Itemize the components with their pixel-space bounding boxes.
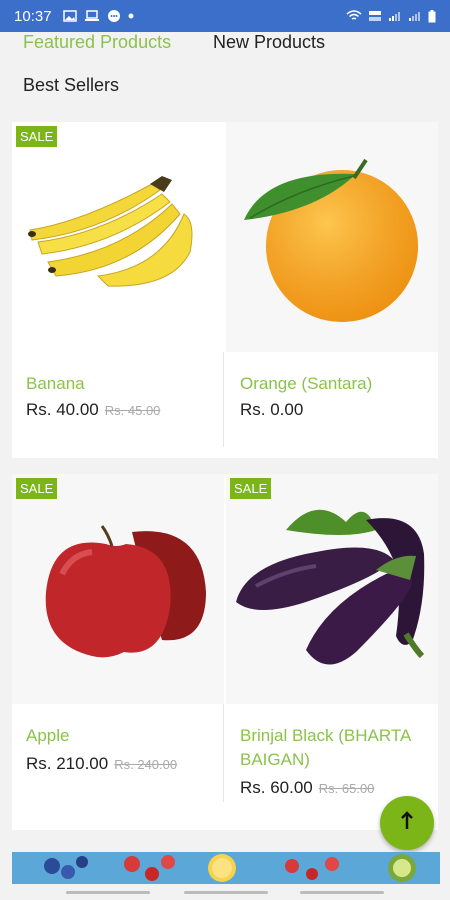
brinjal-image — [236, 509, 425, 665]
wifi-icon — [346, 10, 362, 22]
nav-home-button[interactable] — [184, 891, 268, 894]
arrow-up-icon — [400, 810, 414, 836]
dot-icon — [128, 13, 134, 19]
tab-best-sellers[interactable]: Best Sellers — [23, 75, 119, 96]
banana-image — [28, 176, 193, 287]
nav-back-button[interactable] — [300, 891, 384, 894]
scroll-to-top-button[interactable] — [380, 796, 434, 850]
product-price: Rs. 60.00 — [240, 778, 313, 797]
signal-2-icon — [408, 10, 422, 22]
sale-badge: SALE — [16, 478, 58, 499]
product-tabs: Featured Products New Products — [0, 32, 450, 72]
product-price: Rs. 210.00 — [26, 754, 109, 773]
product-image-banana[interactable]: SALE — [12, 122, 224, 352]
product-name[interactable]: Brinjal Black (BHARTA BAIGAN) — [240, 724, 430, 772]
apple-image — [45, 525, 206, 658]
product-price: Rs. 40.00 — [26, 400, 99, 419]
fruits-banner-image — [44, 854, 416, 882]
tab-featured-products[interactable]: Featured Products — [23, 32, 171, 53]
image-notification-icon — [62, 10, 77, 22]
product-price: Rs. 0.00 — [240, 400, 304, 419]
product-old-price: Rs. 65.00 — [318, 781, 375, 796]
product-card-apple[interactable]: SALE Apple Rs. 210.00 Rs. 240.00 — [12, 474, 224, 802]
price-row: Rs. 210.00 Rs. 240.00 — [26, 754, 177, 774]
status-time: 10:37 — [14, 7, 52, 25]
promo-banner[interactable] — [12, 852, 440, 884]
product-old-price: Rs. 45.00 — [104, 403, 161, 418]
price-row: Rs. 0.00 — [240, 400, 303, 420]
signal-icon — [388, 10, 402, 22]
product-card-banana[interactable]: SALE Banana Rs. 40.00 Rs. 45.00 — [12, 122, 224, 447]
orange-image — [244, 158, 418, 322]
product-name[interactable]: Apple — [26, 724, 69, 748]
status-bar: 10:37 — [0, 0, 450, 32]
chat-notification-icon — [107, 9, 121, 23]
product-card-brinjal[interactable]: SALE Brinjal Black (BHARTA BAIGAN) Rs. 6… — [226, 474, 438, 830]
product-name[interactable]: Banana — [26, 372, 85, 396]
price-row: Rs. 40.00 Rs. 45.00 — [26, 400, 160, 420]
product-name[interactable]: Orange (Santara) — [240, 372, 372, 396]
product-old-price: Rs. 240.00 — [114, 757, 178, 772]
system-nav-bar — [0, 884, 450, 900]
price-row: Rs. 60.00 Rs. 65.00 — [240, 778, 374, 798]
volte-icon — [368, 10, 382, 22]
product-card-orange[interactable]: Orange (Santara) Rs. 0.00 — [226, 122, 438, 447]
product-image-apple[interactable]: SALE — [12, 474, 224, 704]
battery-icon — [428, 9, 436, 23]
sale-badge: SALE — [16, 126, 58, 147]
sale-badge: SALE — [230, 478, 272, 499]
tab-new-products[interactable]: New Products — [213, 32, 325, 53]
grid-row-gap — [12, 458, 438, 474]
product-image-brinjal[interactable]: SALE — [226, 474, 438, 704]
product-image-orange[interactable] — [226, 122, 438, 352]
laptop-notification-icon — [84, 10, 100, 22]
nav-recent-button[interactable] — [66, 891, 150, 894]
